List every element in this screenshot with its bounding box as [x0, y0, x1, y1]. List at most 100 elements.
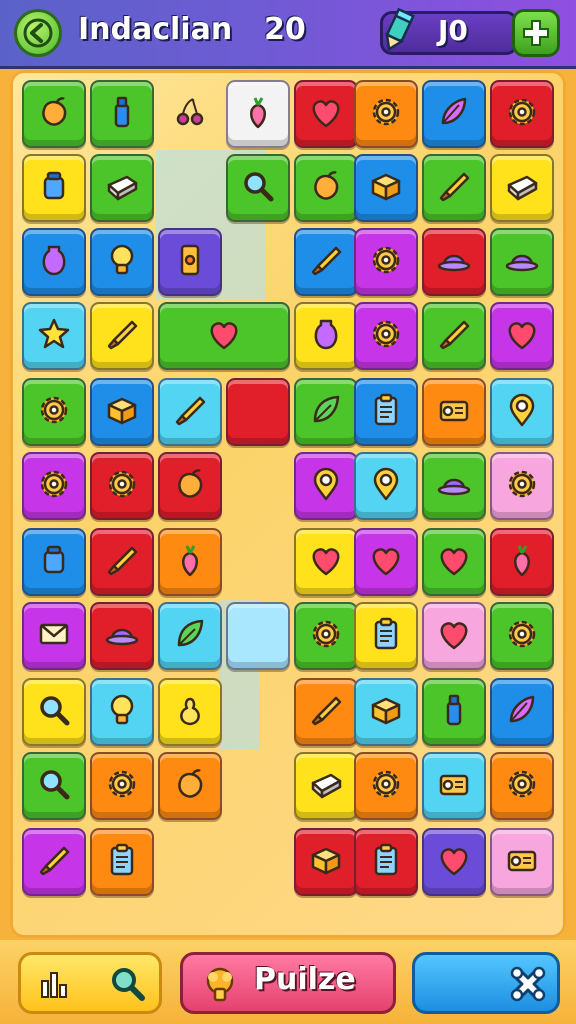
game-tile[interactable] — [354, 528, 418, 596]
game-tile[interactable] — [354, 302, 418, 370]
game-tile[interactable] — [354, 602, 418, 670]
game-tile[interactable] — [226, 602, 290, 670]
game-tile[interactable] — [354, 752, 418, 820]
game-tile[interactable] — [490, 452, 554, 520]
game-tile[interactable] — [90, 228, 154, 296]
game-tile[interactable] — [294, 154, 358, 222]
gear-icon — [367, 93, 405, 135]
game-tile[interactable] — [158, 228, 222, 296]
game-tile[interactable] — [90, 678, 154, 746]
leaf-icon — [171, 615, 209, 657]
game-tile[interactable] — [422, 752, 486, 820]
game-tile[interactable] — [226, 80, 290, 148]
game-tile[interactable] — [490, 602, 554, 670]
game-tile[interactable] — [294, 528, 358, 596]
radio-icon — [435, 765, 473, 807]
game-tile[interactable] — [90, 452, 154, 520]
game-tile[interactable] — [226, 154, 290, 222]
game-tile[interactable] — [90, 528, 154, 596]
magnifier-icon — [239, 167, 277, 209]
game-tile[interactable] — [294, 452, 358, 520]
game-tile[interactable] — [90, 302, 154, 370]
gear-icon — [35, 391, 73, 433]
game-tile[interactable] — [422, 80, 486, 148]
game-tile[interactable] — [354, 828, 418, 896]
leaf-icon — [307, 391, 345, 433]
close-shuffle-button[interactable] — [412, 952, 560, 1014]
stats-hint-button[interactable] — [18, 952, 162, 1014]
game-tile[interactable] — [422, 378, 486, 446]
game-tile[interactable] — [90, 378, 154, 446]
game-tile[interactable] — [422, 452, 486, 520]
game-tile[interactable] — [354, 80, 418, 148]
game-tile[interactable] — [490, 752, 554, 820]
game-tile[interactable] — [354, 228, 418, 296]
game-tile[interactable] — [294, 80, 358, 148]
game-tile[interactable] — [158, 678, 222, 746]
game-tile[interactable] — [22, 80, 86, 148]
back-button[interactable] — [14, 9, 62, 57]
game-tile[interactable] — [158, 528, 222, 596]
bottle-icon — [103, 93, 141, 135]
game-tile[interactable] — [22, 528, 86, 596]
game-tile[interactable] — [294, 752, 358, 820]
game-tile[interactable] — [422, 154, 486, 222]
game-tile[interactable] — [490, 302, 554, 370]
heart-icon — [435, 841, 473, 883]
pencil-icon — [385, 7, 415, 52]
game-tile[interactable] — [158, 752, 222, 820]
game-tile[interactable] — [22, 378, 86, 446]
game-tile[interactable] — [354, 154, 418, 222]
game-tile[interactable] — [158, 378, 222, 446]
game-tile[interactable] — [158, 602, 222, 670]
gear-icon — [35, 465, 73, 507]
game-tile[interactable] — [90, 828, 154, 896]
game-tile[interactable] — [22, 302, 86, 370]
hat-icon — [103, 615, 141, 657]
game-tile[interactable] — [22, 678, 86, 746]
game-tile[interactable] — [490, 228, 554, 296]
clipboard-icon — [367, 391, 405, 433]
game-tile[interactable] — [422, 602, 486, 670]
game-tile[interactable] — [22, 228, 86, 296]
game-tile[interactable] — [158, 452, 222, 520]
game-tile[interactable] — [490, 378, 554, 446]
game-tile[interactable] — [490, 528, 554, 596]
game-tile[interactable] — [90, 154, 154, 222]
game-tile[interactable] — [90, 602, 154, 670]
game-tile[interactable] — [490, 80, 554, 148]
game-tile[interactable] — [422, 302, 486, 370]
game-tile[interactable] — [22, 752, 86, 820]
game-tile[interactable] — [226, 378, 290, 446]
pin-icon — [367, 465, 405, 507]
game-tile[interactable] — [294, 228, 358, 296]
game-tile[interactable] — [294, 828, 358, 896]
game-tile[interactable] — [22, 154, 86, 222]
game-tile[interactable] — [158, 302, 290, 370]
game-tile[interactable] — [490, 828, 554, 896]
game-tile[interactable] — [22, 828, 86, 896]
add-button[interactable] — [512, 9, 560, 57]
game-tile[interactable] — [90, 752, 154, 820]
game-tile[interactable] — [422, 828, 486, 896]
game-tile[interactable] — [158, 80, 222, 148]
gear-icon — [503, 765, 541, 807]
game-tile[interactable] — [354, 378, 418, 446]
game-tile[interactable] — [294, 378, 358, 446]
bar-chart-icon — [41, 972, 67, 998]
game-tile[interactable] — [294, 678, 358, 746]
game-tile[interactable] — [422, 678, 486, 746]
game-tile[interactable] — [422, 528, 486, 596]
game-tile[interactable] — [490, 678, 554, 746]
game-tile[interactable] — [354, 452, 418, 520]
game-tile[interactable] — [294, 602, 358, 670]
heart-icon — [307, 93, 345, 135]
game-tile[interactable] — [294, 302, 358, 370]
cherry-icon — [171, 93, 209, 135]
game-tile[interactable] — [422, 228, 486, 296]
game-tile[interactable] — [22, 602, 86, 670]
game-tile[interactable] — [490, 154, 554, 222]
game-tile[interactable] — [22, 452, 86, 520]
game-tile[interactable] — [354, 678, 418, 746]
game-tile[interactable] — [90, 80, 154, 148]
